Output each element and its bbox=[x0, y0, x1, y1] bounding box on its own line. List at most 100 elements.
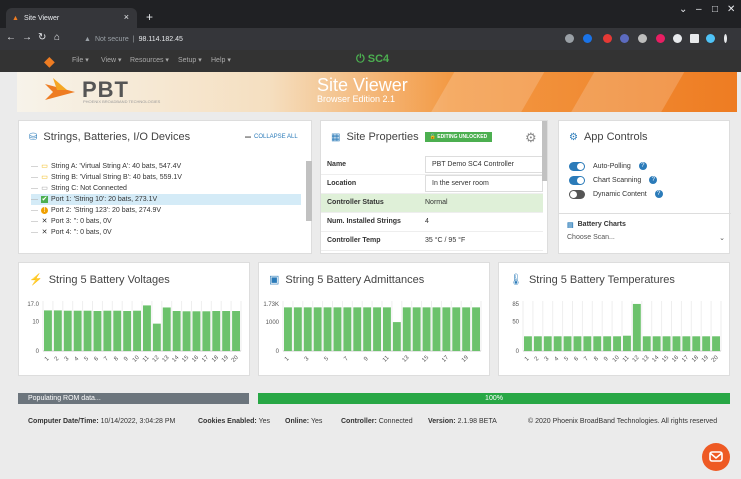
extension-adblock-icon[interactable] bbox=[603, 34, 612, 43]
bar bbox=[73, 310, 82, 351]
progress-fill: 100% bbox=[258, 393, 730, 404]
url-box[interactable]: ▲ Not secure | 98.114.182.45 bbox=[84, 31, 524, 47]
x-tick-label: 3 bbox=[304, 356, 311, 363]
collapse-all-button[interactable]: ▬ COLLAPSE ALL bbox=[245, 134, 298, 140]
page-subtitle: Browser Edition 2.1 bbox=[317, 94, 396, 104]
bar bbox=[563, 336, 572, 351]
toggle-switch[interactable] bbox=[569, 175, 585, 185]
sidebar-icon[interactable] bbox=[690, 34, 699, 43]
collapse-icon: ▬ bbox=[245, 134, 251, 140]
bar bbox=[422, 307, 431, 351]
minimize-icon[interactable]: – bbox=[696, 4, 702, 15]
x-tick-label: 15 bbox=[421, 354, 430, 363]
menu-view[interactable]: View ▾ bbox=[101, 56, 122, 64]
online-status: Online: Yes bbox=[285, 418, 323, 425]
y-tick-label: 0 bbox=[276, 349, 280, 355]
device-tree-item[interactable]: —! Port 2: 'String 123': 20 bats, 274.9V bbox=[31, 205, 301, 216]
tab-close-icon[interactable]: × bbox=[124, 12, 129, 22]
x-tick-label: 20 bbox=[231, 354, 240, 363]
browser-tab[interactable]: ▲ Site Viewer × bbox=[6, 8, 137, 28]
help-icon[interactable]: ? bbox=[654, 190, 663, 198]
bar bbox=[353, 307, 362, 351]
toggle-switch[interactable] bbox=[569, 189, 585, 199]
bar bbox=[133, 310, 141, 351]
x-tick-label: 15 bbox=[181, 354, 190, 363]
property-input[interactable]: In the server room bbox=[425, 175, 543, 192]
rom-status-bar: Populating ROM data... bbox=[18, 393, 249, 404]
bar bbox=[44, 310, 52, 351]
battery-icon: ▭ bbox=[41, 185, 48, 192]
bar bbox=[652, 336, 661, 351]
device-tree-item[interactable]: — ▭ String C: Not Connected bbox=[31, 183, 301, 194]
extensions-puzzle-icon[interactable] bbox=[673, 34, 682, 43]
temperatures-chart: 855001 2 3 4 5 6 7 8 9 10 11 12 13 14 15 16 17 18 19 20 bbox=[512, 301, 722, 364]
home-icon[interactable]: ⌂ bbox=[54, 32, 60, 43]
mail-icon bbox=[709, 451, 723, 462]
extension-mail-icon[interactable] bbox=[656, 34, 665, 43]
temperatures-chart-panel: 🌡 String 5 Battery Temperatures 85 50 0 1 2 3… bbox=[498, 262, 730, 376]
bar bbox=[333, 307, 342, 351]
toggle-row: Dynamic Content? bbox=[569, 187, 663, 201]
menu-help[interactable]: Help ▾ bbox=[211, 56, 231, 64]
menu-setup[interactable]: Setup ▾ bbox=[178, 56, 202, 64]
extension-shield-icon[interactable] bbox=[620, 34, 629, 43]
gear-icon[interactable]: ⚙ bbox=[525, 130, 537, 146]
x-tick-label: 14 bbox=[651, 354, 660, 363]
properties-scrollbar[interactable] bbox=[542, 121, 547, 181]
y-tick-label: 0 bbox=[36, 349, 40, 355]
chevron-down-icon[interactable]: ⌄ bbox=[679, 4, 687, 15]
phoenix-logo-icon: ◆ bbox=[44, 53, 55, 69]
device-tree-item[interactable]: — ▭ String B: 'Virtual String B': 40 bats,… bbox=[31, 172, 301, 183]
bar bbox=[212, 311, 221, 351]
address-bar: ← → ↻ ⌂ ▲ Not secure | 98.114.182.45 bbox=[0, 28, 741, 50]
chat-button[interactable] bbox=[702, 443, 730, 471]
devices-scrollbar[interactable] bbox=[306, 161, 312, 221]
bar bbox=[623, 335, 631, 351]
extension-gear-icon[interactable] bbox=[638, 34, 647, 43]
bar bbox=[303, 307, 312, 351]
property-key: Controller Status bbox=[321, 193, 419, 213]
star-icon[interactable] bbox=[583, 34, 592, 43]
x-tick-label: 4 bbox=[554, 356, 561, 363]
reload-icon[interactable]: ↻ bbox=[38, 32, 46, 43]
x-icon: ✕ bbox=[41, 229, 48, 236]
bar bbox=[202, 311, 211, 351]
bar bbox=[533, 336, 542, 351]
editing-unlocked-badge[interactable]: 🔓 EDITING UNLOCKED bbox=[424, 132, 493, 142]
bar bbox=[313, 307, 322, 351]
x-tick-label: 13 bbox=[402, 354, 411, 363]
bar bbox=[613, 336, 621, 351]
share-icon[interactable] bbox=[565, 34, 574, 43]
property-input[interactable]: PBT Demo SC4 Controller bbox=[425, 155, 543, 173]
x-tick-label: 18 bbox=[691, 354, 700, 363]
x-tick-label: 3 bbox=[544, 356, 551, 363]
device-tree-item[interactable]: — ✔ Port 1: 'String 10': 20 bats, 273.1V bbox=[31, 194, 301, 205]
help-icon[interactable]: ? bbox=[638, 162, 647, 170]
menu-resources[interactable]: Resources ▾ bbox=[130, 56, 169, 64]
property-key: Firmware Version bbox=[321, 250, 419, 253]
toggle-switch[interactable] bbox=[569, 161, 585, 171]
maximize-icon[interactable]: □ bbox=[712, 4, 718, 15]
kebab-menu-icon[interactable] bbox=[724, 34, 727, 43]
window-close-icon[interactable]: ✕ bbox=[727, 4, 735, 15]
bar bbox=[712, 336, 720, 351]
chart-title: String 5 Battery Admittances bbox=[285, 273, 425, 286]
profile-avatar[interactable] bbox=[706, 34, 715, 43]
help-icon[interactable]: ? bbox=[649, 176, 658, 184]
back-icon[interactable]: ← bbox=[6, 32, 16, 43]
x-tick-label: 1 bbox=[524, 356, 531, 363]
forward-icon[interactable]: → bbox=[22, 32, 32, 43]
x-icon: ✕ bbox=[41, 218, 48, 225]
temperatures-chart-header: 🌡 String 5 Battery Temperatures bbox=[509, 273, 675, 287]
bar bbox=[373, 307, 381, 351]
menu-file[interactable]: File ▾ bbox=[72, 56, 89, 64]
device-tree-item[interactable]: — ▭ String A: 'Virtual String A': 40 bats,… bbox=[31, 161, 301, 172]
device-tree-item[interactable]: — ✕ Port 4: '': 0 bats, 0V bbox=[31, 227, 301, 238]
device-tree-item[interactable]: — ✕ Port 3: '': 0 bats, 0V bbox=[31, 216, 301, 227]
phoenix-logo bbox=[45, 78, 75, 100]
bar bbox=[343, 307, 352, 351]
new-tab-button[interactable]: + bbox=[146, 10, 153, 24]
bar bbox=[603, 336, 612, 351]
bar bbox=[593, 336, 602, 351]
scan-select[interactable]: Choose Scan... ⌄ bbox=[567, 234, 725, 242]
